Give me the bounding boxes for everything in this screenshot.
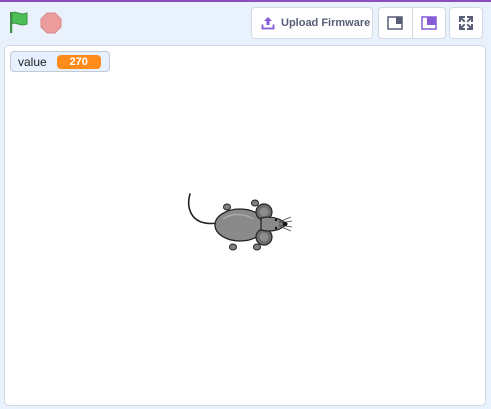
fullscreen-button[interactable] bbox=[449, 7, 483, 39]
small-stage-icon bbox=[387, 16, 403, 30]
variable-monitor-label: value bbox=[18, 54, 47, 69]
green-flag-icon bbox=[10, 11, 28, 33]
stop-button[interactable] bbox=[38, 10, 64, 36]
upload-firmware-label: Upload Firmware bbox=[281, 17, 371, 29]
large-stage-button[interactable] bbox=[411, 8, 446, 38]
upload-icon bbox=[260, 15, 276, 31]
stage-canvas[interactable]: value 270 bbox=[4, 45, 486, 406]
stop-sign-icon bbox=[40, 12, 62, 34]
stage-toolbar: Upload Firmware bbox=[0, 2, 491, 42]
fullscreen-icon bbox=[459, 16, 473, 30]
stage-size-toggle bbox=[378, 7, 446, 39]
variable-monitor[interactable]: value 270 bbox=[10, 51, 110, 72]
variable-monitor-value: 270 bbox=[56, 54, 101, 69]
mouse-sprite[interactable] bbox=[181, 191, 293, 253]
large-stage-icon bbox=[421, 16, 437, 30]
small-stage-button[interactable] bbox=[379, 8, 412, 38]
green-flag-button[interactable] bbox=[6, 8, 32, 36]
upload-firmware-button[interactable]: Upload Firmware bbox=[251, 7, 373, 39]
